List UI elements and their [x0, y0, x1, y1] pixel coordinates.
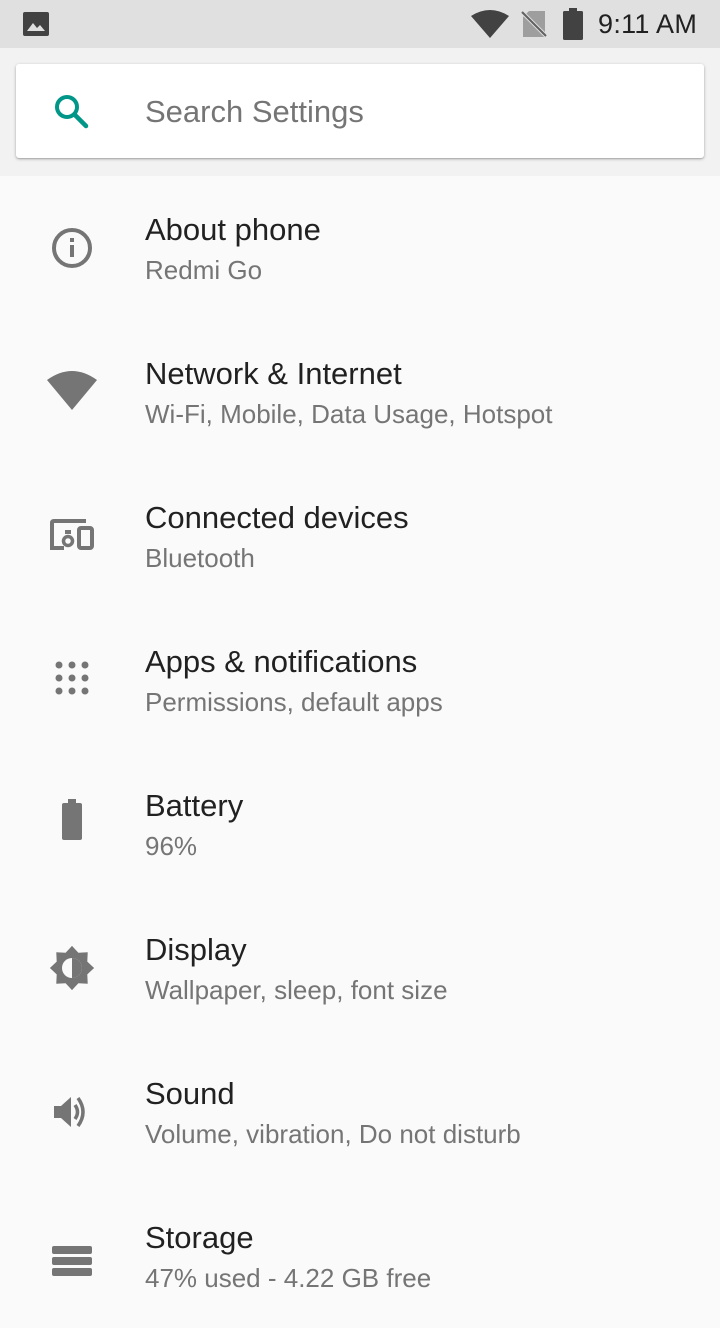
- settings-item-summary: Volume, vibration, Do not disturb: [145, 1119, 521, 1149]
- apps-grid-icon: [55, 661, 89, 695]
- settings-item-battery[interactable]: Battery 96%: [0, 752, 720, 896]
- battery-icon: [62, 799, 82, 840]
- settings-item-summary: Bluetooth: [145, 543, 255, 573]
- settings-item-title: Sound: [145, 1076, 235, 1111]
- settings-item-summary: 47% used - 4.22 GB free: [145, 1263, 432, 1293]
- wifi-icon: [471, 10, 509, 38]
- settings-item-sound[interactable]: Sound Volume, vibration, Do not disturb: [0, 1040, 720, 1184]
- devices-icon: [50, 519, 94, 550]
- battery-icon: [563, 8, 583, 40]
- settings-item-network-internet[interactable]: Network & Internet Wi-Fi, Mobile, Data U…: [0, 320, 720, 464]
- wifi-icon: [47, 371, 97, 410]
- search-area: Search Settings: [0, 48, 720, 176]
- volume-icon: [54, 1096, 85, 1128]
- search-input[interactable]: Search Settings: [145, 92, 364, 132]
- settings-item-display[interactable]: Display Wallpaper, sleep, font size: [0, 896, 720, 1040]
- settings-item-summary: Wallpaper, sleep, font size: [145, 975, 448, 1005]
- settings-item-title: Apps & notifications: [145, 644, 418, 679]
- settings-list: About phone Redmi Go Network & Internet …: [0, 176, 720, 1328]
- no-sim-icon: [521, 10, 547, 38]
- settings-item-title: Network & Internet: [145, 356, 402, 391]
- settings-item-title: Battery: [145, 788, 244, 823]
- settings-item-title: Storage: [145, 1220, 254, 1255]
- settings-item-summary: Permissions, default apps: [145, 687, 443, 717]
- settings-item-summary: 96%: [145, 831, 198, 861]
- settings-item-apps-notifications[interactable]: Apps & notifications Permissions, defaul…: [0, 608, 720, 752]
- settings-item-summary: Redmi Go: [145, 255, 263, 285]
- settings-item-connected-devices[interactable]: Connected devices Bluetooth: [0, 464, 720, 608]
- gallery-icon: [23, 12, 49, 36]
- settings-item-title: Display: [145, 932, 247, 967]
- settings-item-about-phone[interactable]: About phone Redmi Go: [0, 176, 720, 320]
- settings-item-storage[interactable]: Storage 47% used - 4.22 GB free: [0, 1184, 720, 1328]
- status-bar: 9:11 AM: [0, 0, 720, 48]
- search-bar[interactable]: Search Settings: [16, 64, 704, 158]
- storage-icon: [52, 1246, 92, 1276]
- status-clock: 9:11 AM: [598, 9, 698, 39]
- info-icon: [52, 228, 92, 268]
- brightness-icon: [49, 945, 95, 991]
- settings-item-title: About phone: [145, 212, 321, 247]
- search-icon: [55, 95, 89, 129]
- settings-item-title: Connected devices: [145, 500, 409, 535]
- settings-item-summary: Wi-Fi, Mobile, Data Usage, Hotspot: [145, 399, 553, 429]
